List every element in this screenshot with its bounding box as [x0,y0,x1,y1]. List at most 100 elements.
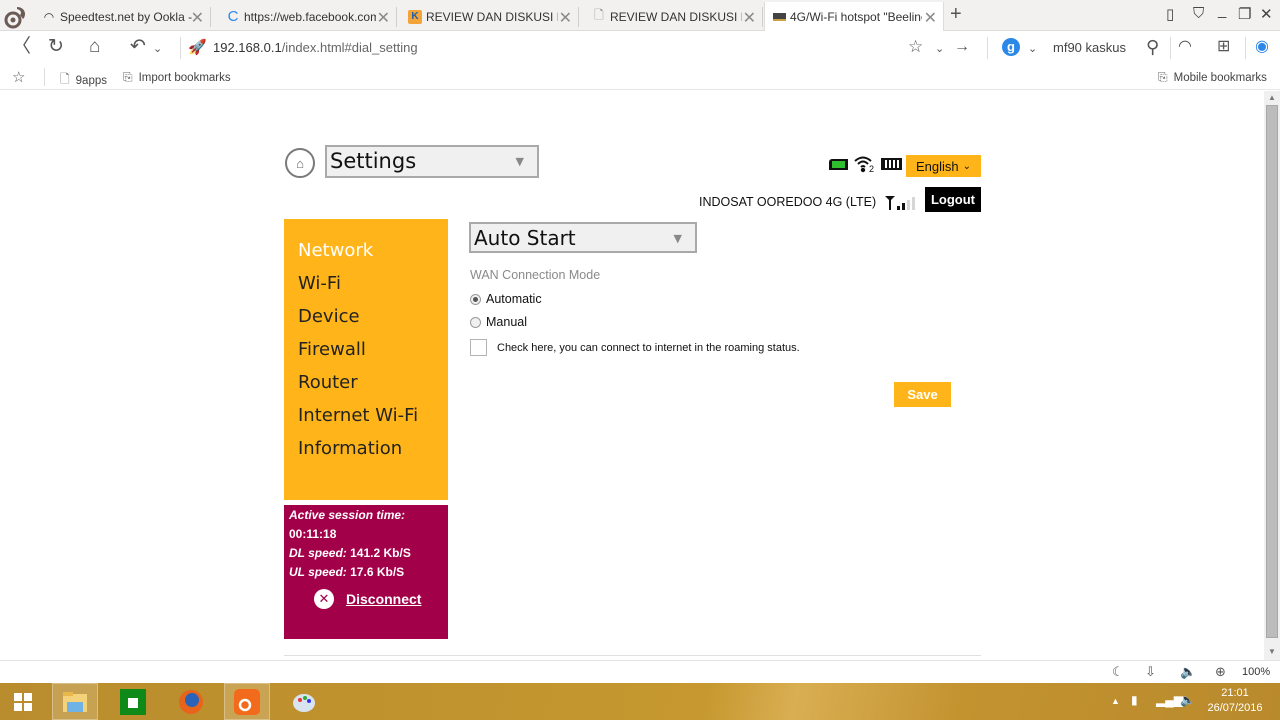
close-window-button[interactable]: ✕ [1260,5,1273,23]
url-host: 192.168.0.1 [213,40,282,55]
taskbar-uc-browser[interactable] [224,683,270,720]
tab-router-active[interactable]: 4G/Wi-Fi hotspot "Beeline ✕ [764,2,944,32]
uc-browser-icon [234,688,260,715]
taskbar-clock[interactable]: 21:01 26/07/2016 [1205,686,1265,716]
search-engine-icon[interactable]: g [1002,38,1020,56]
tab-facebook[interactable]: C https://web.facebook.com ✕ [218,2,397,31]
divider [44,68,45,86]
chevron-down-icon: ⌄ [962,160,972,172]
url-dropdown-icon[interactable]: ⌄ [935,38,944,60]
page-scrollbar[interactable]: ▲ ▼ [1264,91,1280,660]
menu-item-firewall[interactable]: Firewall [298,339,366,360]
menu-item-network[interactable]: Network [298,240,373,261]
home-button[interactable]: ⌂ [89,36,100,58]
back-button[interactable]: 〈 [12,36,31,58]
radio-button-selected[interactable] [470,293,481,305]
start-button[interactable] [0,683,46,720]
undo-dropdown-icon[interactable]: ⌄ [153,38,162,60]
clock-date: 26/07/2016 [1207,702,1263,714]
power-plugged-icon[interactable]: ▮ [1131,693,1138,707]
go-arrow-icon[interactable]: → [954,36,970,58]
menu-item-device[interactable]: Device [298,306,360,327]
save-button[interactable]: Save [894,382,951,407]
tile-windows-icon[interactable]: ▯ [1166,5,1174,23]
session-time-value: 00:11:18 [289,527,337,541]
radio-manual[interactable]: Manual [470,315,527,329]
section-select[interactable]: Settings ▼ [325,145,539,178]
sound-icon[interactable]: 🔈 [1180,664,1196,680]
show-hidden-icons[interactable]: ▲ [1111,696,1120,706]
taskbar-file-explorer[interactable] [52,683,98,720]
windows-taskbar: ▲ ▮ ▂▄▆ 🔈 21:01 26/07/2016 [0,683,1280,720]
scroll-down-icon[interactable]: ▼ [1268,647,1276,656]
reload-button[interactable]: ↻ [48,36,64,58]
volume-icon[interactable]: 🔈 [1180,693,1195,707]
new-tab-button[interactable]: + [950,3,962,26]
undo-close-button[interactable]: ↶ [130,36,146,58]
menu-item-router[interactable]: Router [298,372,358,393]
uc-browser-logo-icon[interactable] [3,3,29,29]
import-icon: ⎘ [123,70,133,84]
add-app-icon[interactable]: ⊞ [1217,36,1230,58]
menu-item-information[interactable]: Information [298,438,402,459]
language-select[interactable]: English ⌄ [906,155,981,177]
minimize-button[interactable]: _ [1218,2,1226,19]
divider [180,37,181,59]
home-icon: ⌂ [296,155,304,171]
download-icon[interactable]: ⇩ [1145,664,1156,680]
bookmark-import[interactable]: ⎘ Import bookmarks [123,70,231,85]
menu-item-internet-wifi[interactable]: Internet Wi-Fi [298,405,418,426]
disconnect-button[interactable]: ✕ Disconnect [314,589,421,609]
folder-icon [63,691,87,712]
search-input[interactable]: mf90 kaskus [1053,40,1126,55]
signal-strength-icon [885,196,915,210]
search-engine-dropdown-icon[interactable]: ⌄ [1028,38,1037,60]
footer-divider [284,655,981,656]
store-icon [120,688,146,715]
close-tab-icon[interactable]: ✕ [743,8,756,28]
zoom-in-icon[interactable]: ⊕ [1215,664,1226,680]
router-home-button[interactable]: ⌂ [285,148,315,178]
wifi-share-icon[interactable]: ◠ [1178,36,1192,58]
url-path: /index.html#dial_setting [281,40,418,55]
mobile-bookmarks[interactable]: ⎘ Mobile bookmarks [1158,70,1267,85]
search-icon[interactable]: ⚲ [1146,36,1159,58]
bookmark-star-icon[interactable]: ☆ [908,36,923,58]
tab-review-2[interactable]: 🗋 REVIEW DAN DISKUSI MO ✕ [584,2,763,31]
radio-button[interactable] [470,316,481,328]
close-tab-icon[interactable]: ✕ [377,8,390,28]
zoom-level[interactable]: 100% [1242,666,1270,678]
network-signal-icon[interactable]: ▂▄▆ [1156,693,1183,707]
sim-card-icon [829,159,848,170]
network-subpage-select[interactable]: Auto Start ▼ [469,222,697,253]
favorites-star-icon[interactable]: ☆ [12,68,25,86]
close-tab-icon[interactable]: ✕ [559,8,572,28]
bookmark-9apps[interactable]: 🗋 9apps [60,70,107,91]
tab-strip: ◠ Speedtest.net by Ookla - ✕ C https://w… [0,0,1280,32]
tab-title: REVIEW DAN DISKUSI MO [426,9,558,24]
tab-title: REVIEW DAN DISKUSI MO [610,9,742,24]
dl-speed: DL speed: 141.2 Kb/S [289,546,411,560]
radio-label: Automatic [486,292,542,306]
logout-button[interactable]: Logout [925,187,981,212]
scroll-up-icon[interactable]: ▲ [1268,93,1276,102]
restore-button[interactable]: ❐ [1238,5,1251,23]
taskbar-firefox[interactable] [168,683,214,720]
tab-speedtest[interactable]: ◠ Speedtest.net by Ookla - ✕ [34,2,211,31]
scroll-thumb[interactable] [1266,105,1278,638]
skin-shirt-icon[interactable]: ⛉ [1193,5,1204,22]
language-value: English [915,158,959,174]
uc-cloud-icon[interactable]: ◉ [1255,36,1269,58]
taskbar-paint[interactable] [282,683,328,720]
tab-review-1[interactable]: K REVIEW DAN DISKUSI MO ✕ [400,2,579,31]
radio-automatic[interactable]: Automatic [470,292,542,306]
close-tab-icon[interactable]: ✕ [191,8,204,28]
address-bar[interactable]: 192.168.0.1/index.html#dial_setting [213,40,418,55]
session-time-label: Active session time: [289,508,406,522]
taskbar-store[interactable] [110,683,156,720]
night-mode-icon[interactable]: ☾ [1112,664,1124,680]
roaming-checkbox[interactable] [470,339,487,356]
menu-item-wifi[interactable]: Wi-Fi [298,273,341,294]
close-tab-icon[interactable]: ✕ [924,8,937,28]
ul-speed-label: UL speed: [289,565,347,579]
